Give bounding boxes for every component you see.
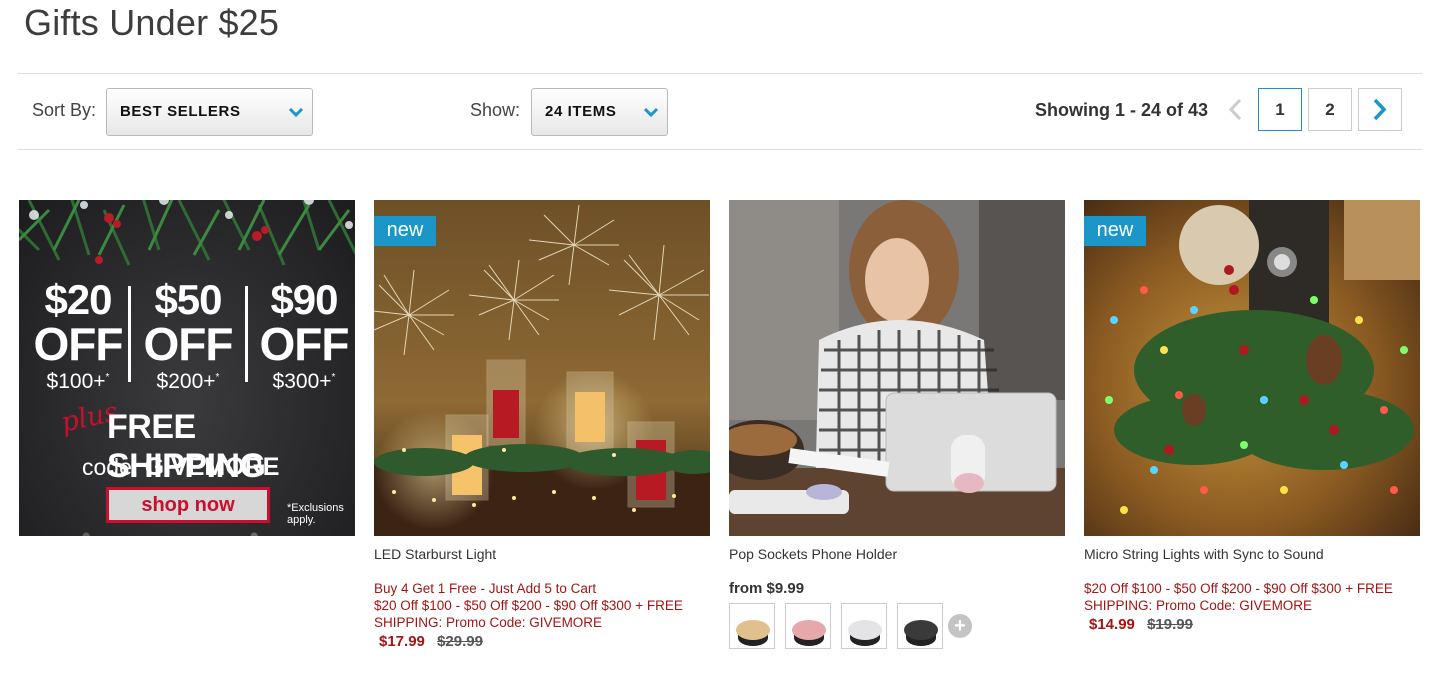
garland-image: [19, 200, 355, 266]
product-name[interactable]: LED Starburst Light: [374, 546, 710, 562]
swatch-silver[interactable]: [841, 603, 887, 649]
product-name[interactable]: Pop Sockets Phone Holder: [729, 546, 1065, 562]
product-promo-text: Buy 4 Get 1 Free - Just Add 5 to Cart $2…: [374, 581, 683, 630]
original-price: $29.99: [437, 633, 483, 650]
product-promo-text: $20 Off $100 - $50 Off $200 - $90 Off $3…: [1084, 581, 1393, 613]
page-button-2[interactable]: 2: [1308, 88, 1352, 131]
sort-label: Sort By:: [32, 100, 97, 120]
promo-banner[interactable]: $20 OFF $100+* $50 OFF $200+* $90 OFF $3…: [19, 200, 355, 536]
next-page-button[interactable]: [1358, 88, 1402, 131]
chevron-right-icon: [1373, 98, 1387, 121]
swatch-pink[interactable]: [785, 603, 831, 649]
show-select-value: 24 ITEMS: [545, 103, 617, 120]
promo-tier-90: $90 OFF $300+*: [259, 276, 350, 394]
product-name[interactable]: Micro String Lights with Sync to Sound: [1084, 546, 1420, 562]
promo-divider: [128, 286, 131, 382]
more-swatches-icon[interactable]: +: [948, 614, 972, 638]
sort-select-value: BEST SELLERS: [120, 103, 241, 120]
swatch-color: [736, 620, 770, 640]
page-button-1[interactable]: 1: [1258, 88, 1302, 131]
swatch-color: [848, 620, 882, 640]
snow-decoration: [19, 506, 355, 536]
promo-divider: [245, 286, 248, 382]
starburst-light-photo: [374, 200, 710, 536]
new-badge: new: [1084, 216, 1146, 246]
show-label: Show:: [470, 100, 521, 120]
product-card: Pop Sockets Phone Holder from $9.99 +: [729, 200, 1065, 649]
swatch-color: [904, 620, 938, 640]
promo-tier-20: $20 OFF $100+*: [33, 276, 124, 394]
product-card: new LED Starburst Light Buy 4 Get 1 Free…: [374, 200, 710, 650]
show-select[interactable]: 24 ITEMS: [531, 88, 668, 136]
swatch-black[interactable]: [897, 603, 943, 649]
sale-price: $17.99: [379, 633, 425, 650]
page-title: Gifts Under $25: [24, 2, 280, 43]
promo-code-text: code: GIVEMORE: [82, 453, 280, 481]
promo-tier-50: $50 OFF $200+*: [143, 276, 234, 394]
product-image[interactable]: [729, 200, 1065, 536]
product-price: $17.99 $29.99: [374, 633, 710, 650]
original-price: $19.99: [1147, 616, 1193, 633]
chevron-left-icon[interactable]: [1214, 88, 1258, 131]
color-swatches: +: [729, 603, 1065, 649]
chevron-down-icon: [288, 107, 304, 118]
results-toolbar: Sort By: BEST SELLERS Show: 24 ITEMS Sho…: [18, 73, 1422, 150]
pop-sockets-photo: [729, 200, 1065, 536]
swatch-gold[interactable]: [729, 603, 775, 649]
product-card: new Micro String Lights with Sync to Sou…: [1084, 200, 1420, 633]
from-price: from $9.99: [729, 580, 805, 597]
chevron-down-icon: [643, 107, 659, 118]
product-price: $14.99 $19.99: [1084, 616, 1420, 633]
results-count: Showing 1 - 24 of 43: [1035, 100, 1209, 120]
sale-price: $14.99: [1089, 616, 1135, 633]
sort-select[interactable]: BEST SELLERS: [106, 88, 313, 136]
product-image[interactable]: new: [1084, 200, 1420, 536]
micro-string-lights-photo: [1084, 200, 1420, 536]
swatch-color: [792, 620, 826, 640]
new-badge: new: [374, 216, 436, 246]
product-image[interactable]: new: [374, 200, 710, 536]
